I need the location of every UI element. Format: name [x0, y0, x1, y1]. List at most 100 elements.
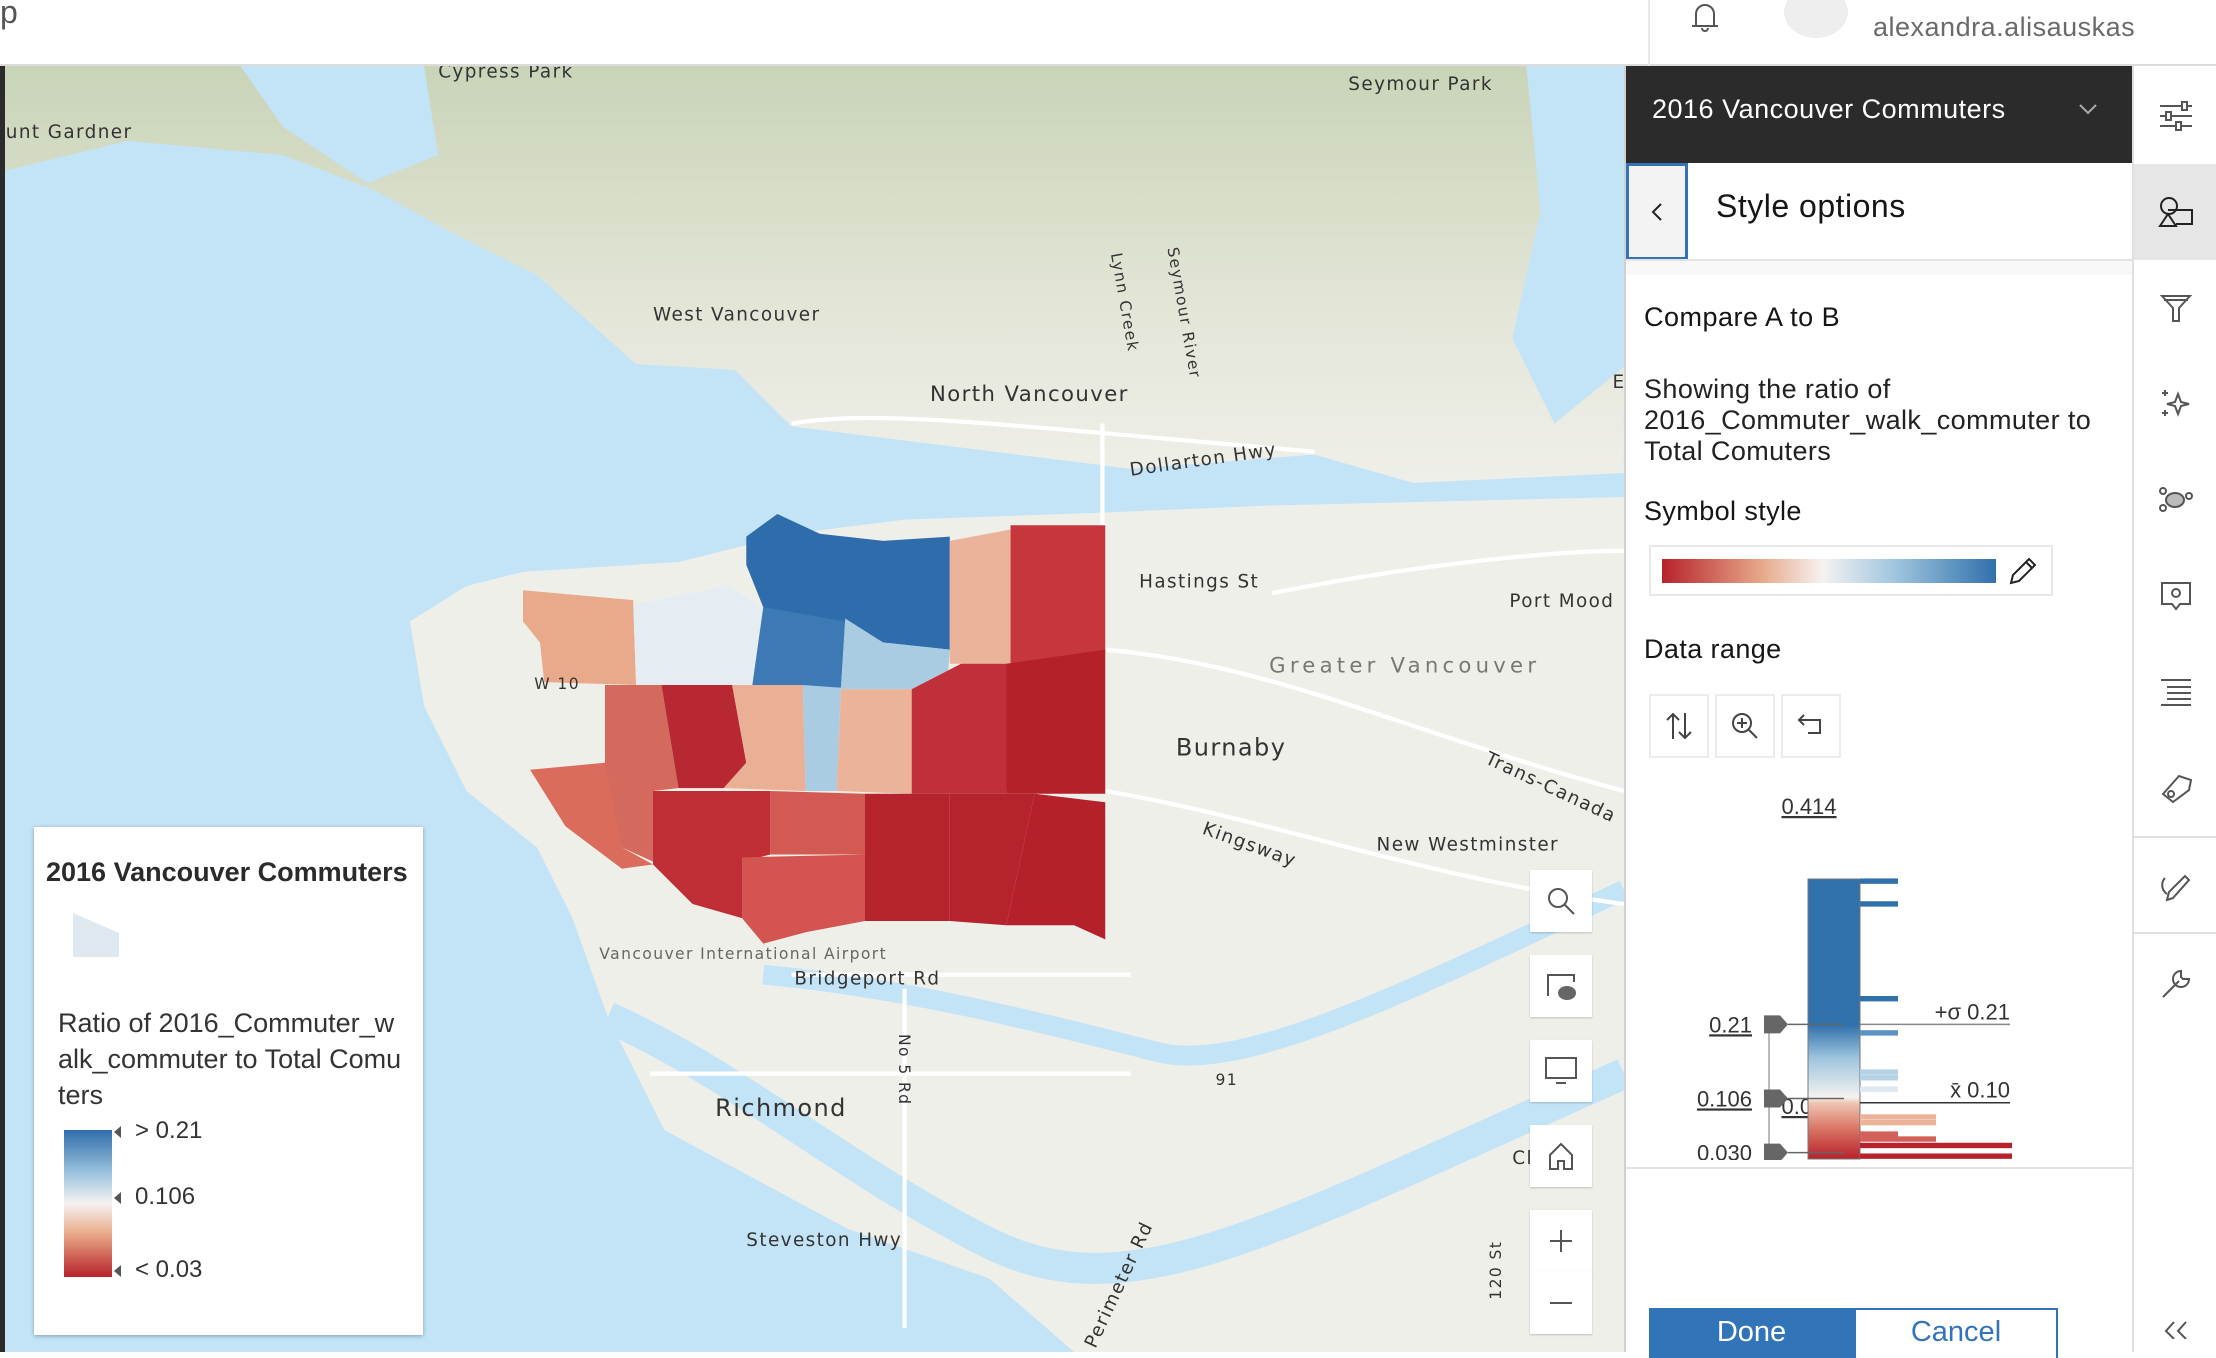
- histogram-bin: [1860, 1153, 2012, 1159]
- histogram-bin: [1860, 1131, 1898, 1137]
- home-button[interactable]: [1530, 1125, 1592, 1187]
- histogram-bin: [1860, 1030, 1898, 1036]
- flip-icon: [1666, 712, 1692, 740]
- svg-text:120 St: 120 St: [1487, 1241, 1505, 1300]
- svg-text:Port Mood: Port Mood: [1509, 591, 1614, 612]
- svg-text:91: 91: [1215, 1071, 1238, 1089]
- undo-icon: [1797, 714, 1821, 734]
- properties-button[interactable]: [2134, 68, 2216, 164]
- histogram-bin: [1860, 1142, 2012, 1149]
- collapse-icon: [2164, 1321, 2187, 1339]
- data-range-label: Data range: [1644, 634, 1782, 664]
- labels-icon: [2161, 774, 2193, 804]
- properties-icon: [2160, 101, 2192, 131]
- done-button[interactable]: Done: [1649, 1308, 1854, 1358]
- stddev-label: +σ 0.21: [1935, 999, 2010, 1024]
- display-button[interactable]: [1530, 1040, 1592, 1102]
- basemap-button[interactable]: [1530, 955, 1592, 1017]
- svg-text:Burnaby: Burnaby: [1176, 734, 1286, 762]
- histogram-bin: [1860, 878, 1898, 884]
- search-button[interactable]: [1530, 870, 1592, 932]
- effects-button[interactable]: [2134, 356, 2216, 452]
- handle-value-label[interactable]: 0.21: [1709, 1012, 1752, 1037]
- svg-text:Richmond: Richmond: [715, 1094, 847, 1122]
- bell-icon[interactable]: [1688, 0, 1722, 34]
- svg-text:Steveston Hwy: Steveston Hwy: [746, 1230, 902, 1251]
- handle-value-label[interactable]: 0.106: [1697, 1086, 1752, 1111]
- range-handle[interactable]: [1764, 1143, 1788, 1160]
- histogram-bin: [1860, 1114, 1936, 1120]
- svg-text:Hastings St: Hastings St: [1139, 571, 1259, 592]
- app-title: p: [0, 0, 18, 30]
- histogram-bin: [1860, 901, 1898, 907]
- histogram-bin: [1860, 1119, 1936, 1126]
- polygon-swatch-icon: [73, 913, 119, 957]
- histogram-bin: [1860, 1069, 1898, 1075]
- mean-label: x̄ 0.10: [1950, 1078, 2010, 1103]
- histogram-bin: [1860, 995, 1898, 1002]
- layer-selector[interactable]: 2016 Vancouver Commuters: [1626, 66, 2134, 163]
- range-max-label[interactable]: 0.414: [1781, 794, 1836, 819]
- zoom-range-button[interactable]: [1715, 694, 1775, 758]
- sketch-icon: [2161, 874, 2191, 902]
- labels-button[interactable]: [2134, 740, 2216, 836]
- back-button[interactable]: [1626, 163, 1688, 260]
- symbol-style-picker[interactable]: [1649, 545, 2053, 596]
- filter-icon: [2160, 295, 2192, 322]
- avatar[interactable]: [1784, 0, 1848, 38]
- svg-text:West Vancouver: West Vancouver: [653, 304, 820, 325]
- svg-text:W 10: W 10: [534, 675, 580, 693]
- handle-value-label[interactable]: 0.030: [1697, 1141, 1752, 1160]
- legend-field: Ratio of 2016_Commuter_walk_commuter to …: [58, 1008, 402, 1110]
- legend-stop-high: > 0.21: [114, 1117, 202, 1145]
- effects-icon: [2162, 390, 2190, 417]
- zoom-out-icon: [1550, 1302, 1572, 1304]
- map-view[interactable]: Cypress Park unt Gardner Seymour Park We…: [0, 66, 1624, 1352]
- style-panel: 2016 Vancouver Commuters Style options C…: [1624, 66, 2134, 1358]
- flip-ramp-button[interactable]: [1649, 694, 1709, 758]
- svg-text:New Westminster: New Westminster: [1377, 834, 1559, 855]
- svg-text:E: E: [1613, 372, 1624, 393]
- sketch-button[interactable]: [2134, 838, 2216, 934]
- style-name: Compare A to B: [1644, 302, 1841, 332]
- display-icon: [1545, 1057, 1577, 1084]
- fields-icon: [2161, 679, 2191, 706]
- popups-icon: [2161, 582, 2191, 611]
- clustering-button[interactable]: [2134, 452, 2216, 548]
- popups-button[interactable]: [2134, 548, 2216, 644]
- back-icon: [1651, 202, 1662, 221]
- search-icon: [1548, 888, 1575, 915]
- svg-text:North Vancouver: North Vancouver: [930, 381, 1129, 406]
- legend-stop-mid: 0.106: [114, 1183, 195, 1211]
- zoom-out-button[interactable]: [1530, 1272, 1592, 1334]
- map-edge: [0, 66, 5, 1352]
- fields-button[interactable]: [2134, 644, 2216, 740]
- histogram-bin: [1860, 1086, 1898, 1092]
- cancel-button[interactable]: Cancel: [1854, 1308, 2058, 1358]
- divider: [2134, 932, 2216, 934]
- svg-text:Vancouver International Airpor: Vancouver International Airport: [599, 945, 887, 963]
- histogram[interactable]: 0.414 0.021 +σ 0.21 x̄ 0.10 0.210.1060.0…: [1626, 780, 2134, 1160]
- zoom-in-icon: [1550, 1230, 1572, 1252]
- svg-text:unt Gardner: unt Gardner: [6, 122, 133, 143]
- histogram-bin: [1860, 1075, 1898, 1081]
- chevron-down-icon: [2079, 104, 2097, 115]
- collapse-button[interactable]: [2134, 1306, 2216, 1352]
- section-title: Style options: [1716, 188, 1906, 224]
- top-bar: p alexandra.alisauskas: [0, 0, 2216, 66]
- undo-button[interactable]: [1781, 694, 1841, 758]
- configure-button[interactable]: [2134, 936, 2216, 1032]
- histogram-bin: [1860, 1136, 1936, 1142]
- style-description: Showing the ratio of 2016_Commuter_walk_…: [1644, 374, 2092, 466]
- svg-text:No 5 Rd: No 5 Rd: [895, 1034, 913, 1105]
- username[interactable]: alexandra.alisauskas: [1873, 12, 2135, 43]
- divider: [1626, 1167, 2134, 1169]
- zoom-in-button[interactable]: [1530, 1210, 1592, 1272]
- color-ramp: [1662, 559, 1996, 583]
- divider: [1648, 0, 1650, 66]
- pencil-icon[interactable]: [2007, 555, 2039, 587]
- filter-button[interactable]: [2134, 260, 2216, 356]
- color-ramp-bar: [1807, 878, 1861, 1160]
- styles-button[interactable]: [2134, 164, 2216, 260]
- range-handle[interactable]: [1764, 1015, 1788, 1034]
